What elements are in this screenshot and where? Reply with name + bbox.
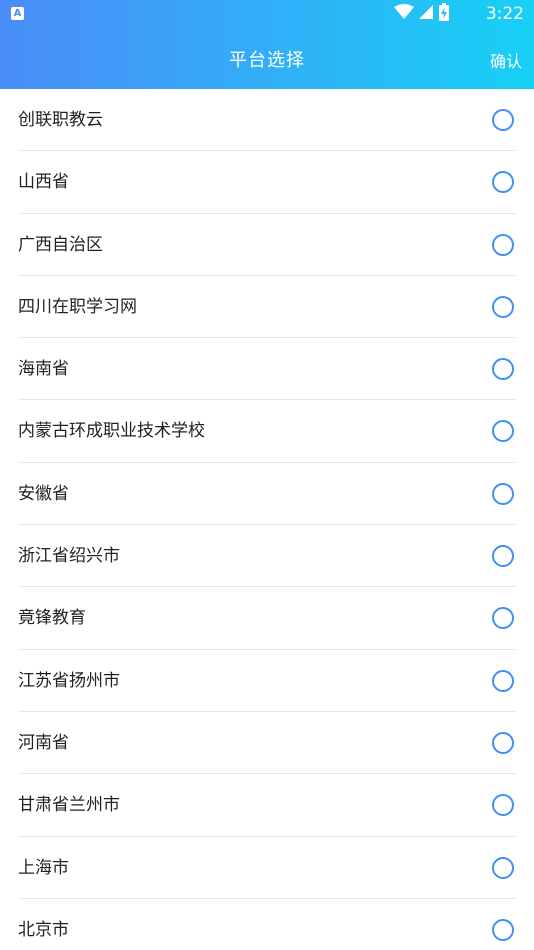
list-item-label: 河南省 bbox=[18, 732, 69, 753]
list-item[interactable]: 四川在职学习网 bbox=[0, 276, 534, 339]
title-bar: 平台选择 确认 bbox=[0, 28, 534, 89]
list-item-label: 江苏省扬州市 bbox=[18, 670, 120, 691]
list-item-label: 上海市 bbox=[18, 857, 69, 878]
radio-button[interactable] bbox=[492, 918, 514, 941]
radio-button[interactable] bbox=[492, 856, 514, 879]
list-item[interactable]: 海南省 bbox=[0, 338, 534, 401]
battery-icon bbox=[438, 3, 450, 25]
status-bar: A 3:22 bbox=[0, 0, 534, 28]
radio-button[interactable] bbox=[492, 545, 514, 568]
list-item[interactable]: 安徽省 bbox=[0, 463, 534, 526]
list-item[interactable]: 创联职教云 bbox=[0, 89, 534, 152]
radio-button[interactable] bbox=[492, 607, 514, 630]
status-icons bbox=[394, 3, 450, 25]
list-item[interactable]: 广西自治区 bbox=[0, 214, 534, 277]
confirm-button[interactable]: 确认 bbox=[490, 48, 522, 72]
list-item-label: 浙江省绍兴市 bbox=[18, 546, 120, 567]
radio-button[interactable] bbox=[492, 295, 514, 318]
platform-list: 创联职教云 山西省 广西自治区 四川在职学习网 海南省 内蒙古环成职业技术学校 … bbox=[0, 89, 534, 950]
radio-button[interactable] bbox=[492, 358, 514, 381]
list-item-label: 北京市 bbox=[18, 919, 69, 940]
radio-button[interactable] bbox=[492, 109, 514, 131]
list-item[interactable]: 竟锋教育 bbox=[0, 587, 534, 650]
list-item[interactable]: 甘肃省兰州市 bbox=[0, 774, 534, 837]
list-item[interactable]: 北京市 bbox=[0, 899, 534, 950]
radio-button[interactable] bbox=[492, 794, 514, 817]
list-item[interactable]: 山西省 bbox=[0, 151, 534, 214]
list-item-label: 安徽省 bbox=[18, 483, 69, 504]
list-item-label: 山西省 bbox=[18, 172, 69, 193]
list-item-label: 创联职教云 bbox=[18, 110, 103, 130]
notification-a-icon: A bbox=[11, 7, 24, 20]
list-item[interactable]: 河南省 bbox=[0, 712, 534, 775]
radio-button[interactable] bbox=[492, 420, 514, 443]
signal-icon bbox=[418, 4, 434, 24]
page-title: 平台选择 bbox=[229, 50, 305, 71]
wifi-icon bbox=[394, 4, 414, 24]
list-item-label: 广西自治区 bbox=[18, 234, 103, 255]
list-item[interactable]: 内蒙古环成职业技术学校 bbox=[0, 400, 534, 464]
radio-button[interactable] bbox=[492, 171, 514, 194]
radio-button[interactable] bbox=[492, 482, 514, 505]
list-item-label: 内蒙古环成职业技术学校 bbox=[18, 421, 205, 442]
list-item[interactable]: 江苏省扬州市 bbox=[0, 650, 534, 713]
list-item-label: 竟锋教育 bbox=[18, 608, 86, 629]
platform-select-screen: A 3:22 平台选择 确认 创联职教云 山西省 广西自治区 四川在职学习网 海… bbox=[0, 0, 534, 950]
radio-button[interactable] bbox=[492, 731, 514, 754]
top-app-bar: A 3:22 平台选择 确认 bbox=[0, 0, 534, 89]
list-item[interactable]: 浙江省绍兴市 bbox=[0, 525, 534, 588]
radio-button[interactable] bbox=[492, 669, 514, 692]
list-item-label: 海南省 bbox=[18, 359, 69, 380]
list-item-label: 四川在职学习网 bbox=[18, 296, 137, 317]
status-time: 3:22 bbox=[485, 4, 524, 24]
list-item-label: 甘肃省兰州市 bbox=[18, 795, 120, 816]
radio-button[interactable] bbox=[492, 233, 514, 256]
list-item[interactable]: 上海市 bbox=[0, 837, 534, 900]
